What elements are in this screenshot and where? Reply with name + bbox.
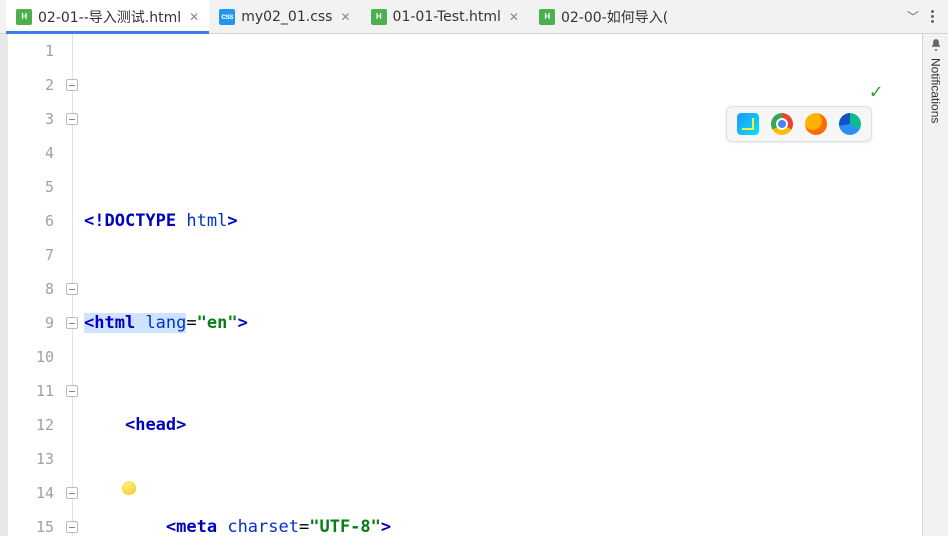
- line-number: 9: [8, 306, 54, 340]
- fold-toggle-icon[interactable]: [66, 113, 78, 125]
- tab-label: 02-01--导入测试.html: [38, 7, 181, 27]
- line-number: 15: [8, 510, 54, 536]
- line-number: 10: [8, 340, 54, 374]
- line-number: 6: [8, 204, 54, 238]
- fold-toggle-icon[interactable]: [66, 487, 78, 499]
- tab-file-1[interactable]: css my02_01.css ✕: [209, 0, 360, 33]
- fold-toggle-icon[interactable]: [66, 317, 78, 329]
- line-number: 12: [8, 408, 54, 442]
- editor-tabbar: H 02-01--导入测试.html ✕ css my02_01.css ✕ H…: [0, 0, 948, 34]
- right-tool-rail: Notifications: [922, 34, 948, 536]
- line-number: 14: [8, 476, 54, 510]
- fold-toggle-icon[interactable]: [66, 283, 78, 295]
- close-icon[interactable]: ✕: [509, 10, 519, 24]
- editor-main: 1 2 3 4 5 6 7 8 9 10 11 12 13 14 15: [0, 34, 948, 536]
- close-icon[interactable]: ✕: [340, 10, 350, 24]
- html-file-icon: H: [371, 9, 387, 25]
- line-number: 8: [8, 272, 54, 306]
- tab-file-3[interactable]: H 02-00-如何导入(: [529, 0, 678, 33]
- line-number: 3: [8, 102, 54, 136]
- webstorm-icon[interactable]: [737, 113, 759, 135]
- fold-toggle-icon[interactable]: [66, 79, 78, 91]
- line-number: 13: [8, 442, 54, 476]
- edge-icon[interactable]: [839, 113, 861, 135]
- line-number: 1: [8, 34, 54, 68]
- tab-file-0[interactable]: H 02-01--导入测试.html ✕: [6, 0, 209, 33]
- tab-label: 02-00-如何导入(: [561, 7, 668, 27]
- css-file-icon: css: [219, 9, 235, 25]
- chevron-down-icon[interactable]: ﹀: [907, 8, 919, 25]
- line-number-gutter: 1 2 3 4 5 6 7 8 9 10 11 12 13 14 15: [8, 34, 64, 536]
- fold-toggle-icon[interactable]: [66, 521, 78, 533]
- notifications-panel-button[interactable]: Notifications: [929, 58, 943, 123]
- tab-label: 01-01-Test.html: [393, 9, 501, 25]
- ide-window: H 02-01--导入测试.html ✕ css my02_01.css ✕ H…: [0, 0, 948, 536]
- firefox-icon[interactable]: [805, 113, 827, 135]
- close-icon[interactable]: ✕: [189, 10, 199, 24]
- left-gutter-strip: [0, 34, 8, 536]
- tabbar-actions: ﹀: [907, 0, 944, 33]
- bell-icon[interactable]: [929, 38, 943, 52]
- inspection-ok-icon[interactable]: ✓: [870, 74, 882, 108]
- chrome-icon[interactable]: [771, 113, 793, 135]
- html-file-icon: H: [539, 9, 555, 25]
- line-number: 11: [8, 374, 54, 408]
- line-number: 4: [8, 136, 54, 170]
- line-number: 7: [8, 238, 54, 272]
- tab-label: my02_01.css: [241, 9, 332, 25]
- fold-gutter: [64, 34, 82, 536]
- fold-toggle-icon[interactable]: [66, 385, 78, 397]
- line-number: 5: [8, 170, 54, 204]
- html-file-icon: H: [16, 9, 32, 25]
- intention-bulb-icon[interactable]: [122, 481, 136, 495]
- more-options-icon[interactable]: [929, 6, 936, 27]
- line-number: 2: [8, 68, 54, 102]
- tab-file-2[interactable]: H 01-01-Test.html ✕: [361, 0, 529, 33]
- open-in-browser-toolbar: [726, 106, 872, 142]
- code-editor[interactable]: ✓ <!DOCTYPE html> <html lang="en"> <head…: [82, 34, 922, 536]
